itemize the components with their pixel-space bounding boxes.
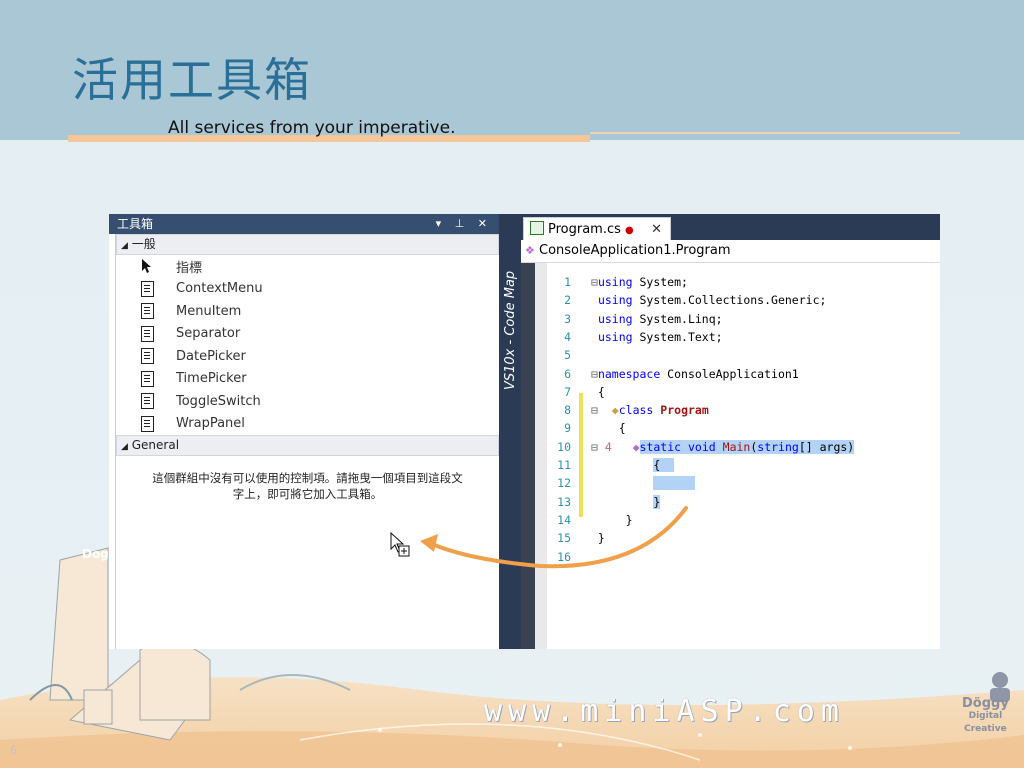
ide-screenshot: 工具箱 ▾ ⊥ ✕ ◢ 一般 指標 ContextMenu MenuItem S… xyxy=(109,214,940,649)
toolbox-item-timepicker[interactable]: TimePicker xyxy=(116,368,499,391)
toolbox-item-separator[interactable]: Separator xyxy=(116,323,499,346)
toolbox-window-controls[interactable]: ▾ ⊥ ✕ xyxy=(436,214,492,234)
empty-message-line: 這個群組中沒有可以使用的控制項。請拖曳一個項目到這段文 xyxy=(152,471,463,485)
code-line: 11 { xyxy=(557,458,675,472)
toolbox-item-menuitem[interactable]: MenuItem xyxy=(116,300,499,323)
fold-marker-icon: ⊟ xyxy=(591,275,598,289)
method-icon: ◆ xyxy=(632,439,640,454)
code-line: 15 } xyxy=(557,531,605,546)
code-line: 5 xyxy=(564,348,571,363)
control-icon xyxy=(140,415,154,432)
class-icon: ❖ xyxy=(525,244,535,257)
title-rule xyxy=(590,132,960,134)
control-icon xyxy=(140,393,154,410)
code-line: 12 xyxy=(547,474,695,492)
expand-triangle-icon: ◢ xyxy=(121,442,128,452)
code-line: 16 xyxy=(557,549,571,564)
editor-tabstrip: Program.cs ● ✕ xyxy=(521,214,940,240)
toolbox-item-label: MenuItem xyxy=(176,303,242,319)
code-line: 9 { xyxy=(564,421,626,436)
tab-close-icon[interactable]: ✕ xyxy=(651,218,662,241)
control-icon xyxy=(140,348,154,365)
group-header-general-en[interactable]: ◢ General xyxy=(116,435,499,456)
toolbox-item-datepicker[interactable]: DatePicker xyxy=(116,345,499,368)
control-icon xyxy=(140,303,154,320)
toolbox-content: ◢ 一般 指標 ContextMenu MenuItem Separator D… xyxy=(115,234,499,649)
code-map-label: VS10x - Code Map xyxy=(503,270,518,390)
control-icon xyxy=(140,370,154,387)
code-area[interactable]: 1 ⊟using System; 2 using System.Collectio… xyxy=(521,263,940,649)
toolbox-item-label: ContextMenu xyxy=(176,281,263,297)
csharp-file-icon xyxy=(530,221,544,235)
code-line: 10 ⊟ 4 ◆static void Main(string[] args) xyxy=(557,439,855,454)
toolbox-item-label: ToggleSwitch xyxy=(176,393,261,409)
toolbox-title: 工具箱 xyxy=(117,217,154,231)
svg-text:Dog: Dog xyxy=(82,547,109,561)
empty-message-line: 字上，即可將它加入工具箱。 xyxy=(232,487,383,501)
code-line: 13 } xyxy=(557,494,661,509)
toolbox-item-contextmenu[interactable]: ContextMenu xyxy=(116,278,499,301)
class-member-icon: ◆ xyxy=(611,403,619,418)
pointer-icon xyxy=(140,258,154,274)
code-editor: Program.cs ● ✕ ❖ ConsoleApplication1.Pro… xyxy=(521,214,940,649)
code-line: 1 ⊟using System; xyxy=(564,275,688,289)
control-icon xyxy=(140,280,154,297)
toolbox-item-label: 指標 xyxy=(176,260,203,276)
slide-title: 活用工具箱 xyxy=(72,53,312,107)
brand-logo: Döggy Digital Creative xyxy=(962,696,1009,734)
code-line: 3 using System.Linq; xyxy=(564,311,723,326)
code-line: 14 } xyxy=(557,512,633,527)
slide-subtitle: All services from your imperative. xyxy=(168,118,456,138)
tab-program-cs[interactable]: Program.cs ● ✕ xyxy=(523,217,671,240)
expand-triangle-icon: ◢ xyxy=(121,241,128,251)
group-label: General xyxy=(131,438,180,452)
toolbox-item-label: TimePicker xyxy=(176,371,247,387)
toolbox-item-label: WrapPanel xyxy=(176,416,245,432)
group-header-general-cn[interactable]: ◢ 一般 xyxy=(116,234,499,255)
toolbox-item-label: Separator xyxy=(176,326,241,342)
control-icon xyxy=(140,325,154,342)
modified-indicator: ● xyxy=(625,225,634,236)
toolbox-item-wrappanel[interactable]: WrapPanel xyxy=(116,413,499,436)
site-watermark: www.miniASP.com xyxy=(484,694,845,729)
code-line: 8 ⊟ ◆class Program xyxy=(564,403,709,418)
toolbox-titlebar: 工具箱 ▾ ⊥ ✕ xyxy=(109,214,498,234)
editor-gutter xyxy=(535,263,547,649)
toolbox-item-label: DatePicker xyxy=(176,348,246,364)
toolbox-panel: 工具箱 ▾ ⊥ ✕ ◢ 一般 指標 ContextMenu MenuItem S… xyxy=(109,214,499,649)
type-navigation-bar[interactable]: ❖ ConsoleApplication1.Program xyxy=(521,240,940,263)
breadcrumb-label: ConsoleApplication1.Program xyxy=(539,243,731,258)
toolbox-item-pointer[interactable]: 指標 xyxy=(116,255,499,278)
code-line: 2 using System.Collections.Generic; xyxy=(564,293,827,308)
toolbox-item-toggleswitch[interactable]: ToggleSwitch xyxy=(116,390,499,413)
editor-left-margin xyxy=(521,263,535,649)
page-number: 6 xyxy=(10,744,17,757)
tab-label: Program.cs xyxy=(548,222,621,237)
empty-group-message[interactable]: 這個群組中沒有可以使用的控制項。請拖曳一個項目到這段文 字上，即可將它加入工具箱… xyxy=(116,456,499,502)
code-line: 6 ⊟namespace ConsoleApplication1 xyxy=(564,366,799,381)
drag-cursor-icon xyxy=(390,531,416,568)
code-line: 4 using System.Text; xyxy=(564,329,723,344)
group-label: 一般 xyxy=(131,237,156,251)
code-line: 7 { xyxy=(564,384,605,399)
